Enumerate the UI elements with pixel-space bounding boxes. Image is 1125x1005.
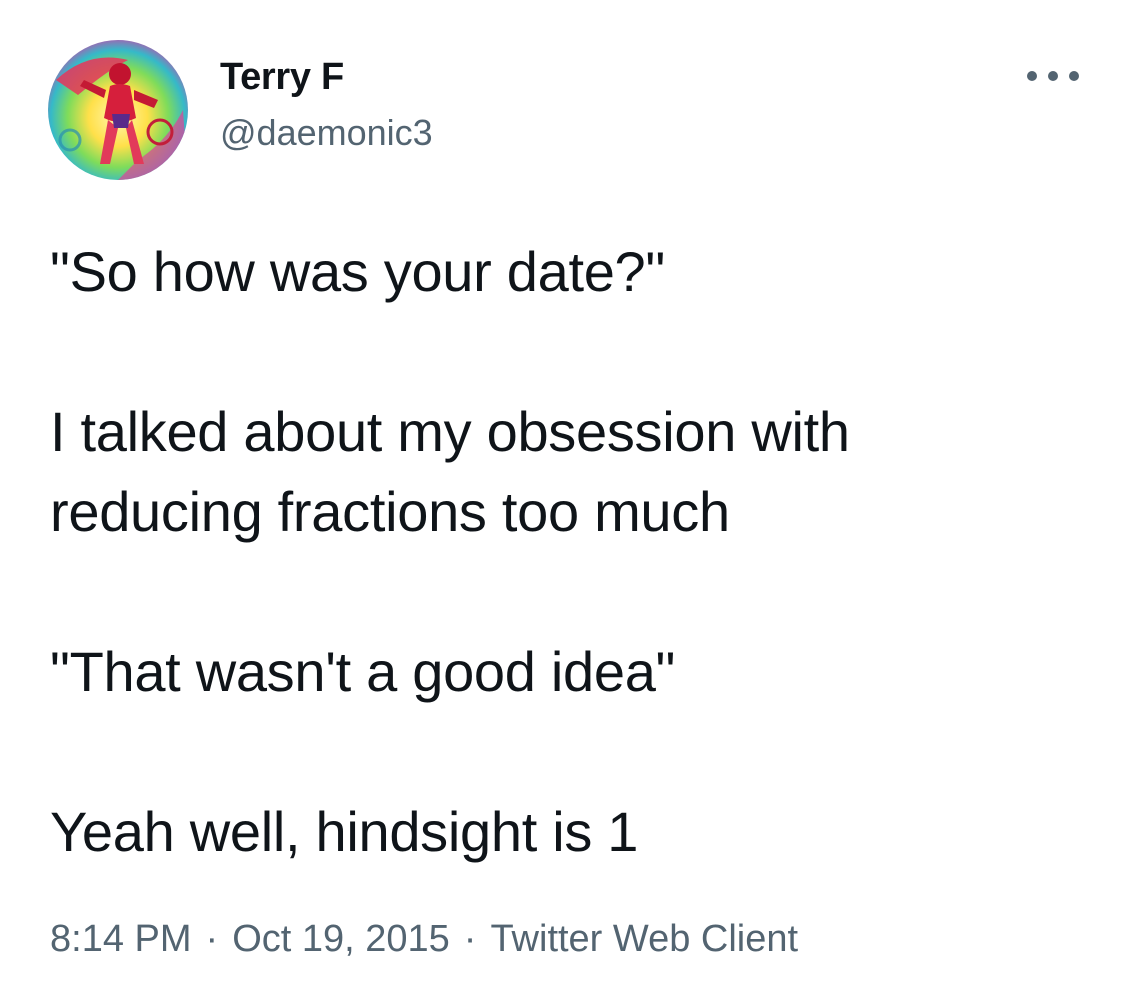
tweet-text: "So how was your date?" I talked about m… — [50, 232, 1090, 872]
author-display-name[interactable]: Terry F — [220, 56, 344, 99]
tweet-text-line: Yeah well, hindsight is 1 — [50, 800, 639, 863]
tweet-timestamp-time[interactable]: 8:14 PM — [50, 918, 192, 960]
tweet-text-line: "That wasn't a good idea" — [50, 640, 676, 703]
avatar[interactable] — [48, 40, 188, 180]
avatar-image — [48, 40, 188, 180]
meta-separator: · — [205, 918, 219, 960]
more-horizontal-icon-dot — [1069, 71, 1079, 81]
tweet-timestamp-date[interactable]: Oct 19, 2015 — [232, 918, 450, 960]
more-horizontal-icon-dot — [1048, 71, 1058, 81]
tweet-text-line: I talked about my obsession with — [50, 400, 850, 463]
tweet-source[interactable]: Twitter Web Client — [490, 918, 798, 960]
tweet-text-line: reducing fractions too much — [50, 480, 730, 543]
tweet-metadata: 8:14 PM · Oct 19, 2015 · Twitter Web Client — [50, 918, 798, 961]
author-handle[interactable]: @daemonic3 — [220, 112, 433, 154]
tweet-card: Terry F @daemonic3 "So how was your date… — [0, 0, 1125, 1005]
more-horizontal-icon — [1027, 71, 1037, 81]
tweet-text-line: "So how was your date?" — [50, 240, 665, 303]
more-options-button[interactable] — [1027, 60, 1079, 92]
meta-separator: · — [463, 918, 477, 960]
